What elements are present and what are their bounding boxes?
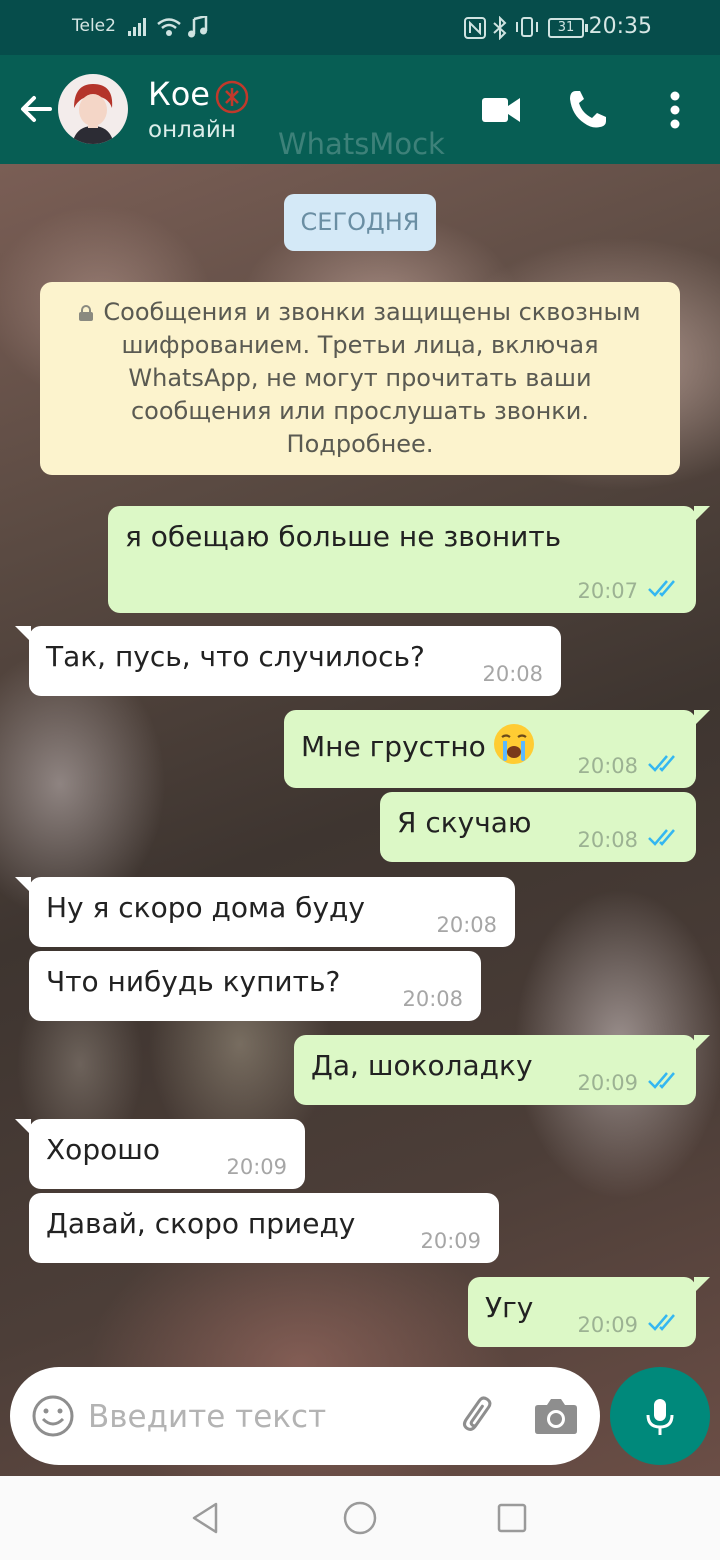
watermark: WhatsMock (278, 127, 445, 161)
read-ticks-icon (648, 755, 675, 772)
music-note-icon (188, 16, 208, 38)
battery-level: 31 (557, 20, 575, 35)
message-time: 20:09 (226, 1155, 287, 1179)
badge-icon (215, 80, 249, 114)
message-text: Что нибудь купить? (46, 965, 341, 998)
read-ticks-icon (648, 1072, 675, 1089)
message-time: 20:09 (420, 1229, 481, 1253)
message-text: Хорошо (46, 1133, 160, 1166)
message-outgoing[interactable]: Да, шоколадку 20:09 (294, 1035, 710, 1105)
chat-area[interactable]: СЕГОДНЯ Сообщения и звонки защищены скво… (0, 164, 720, 1476)
date-chip: СЕГОДНЯ (284, 194, 436, 251)
vibrate-icon (516, 17, 538, 37)
message-time: 20:09 (577, 1071, 638, 1095)
lock-icon (79, 305, 94, 321)
nfc-icon (464, 17, 486, 39)
wifi-icon (157, 18, 181, 36)
message-text: Ну я скоро дома буду (46, 891, 365, 924)
battery-icon: 31 (548, 18, 588, 38)
back-arrow-icon[interactable] (14, 87, 58, 131)
message-text: Давай, скоро приеду (46, 1207, 356, 1240)
phone-icon[interactable] (560, 83, 614, 137)
message-incoming[interactable]: Так, пусь, что случилось? 20:08 (15, 626, 561, 696)
message-composer (10, 1367, 600, 1465)
status-bar: Tele2 31 20:35 (0, 0, 720, 55)
message-outgoing[interactable]: Мне грустно 20:08 (284, 710, 710, 788)
message-incoming[interactable]: Ну я скоро дома буду 20:08 (15, 877, 515, 947)
read-ticks-icon (648, 1314, 675, 1331)
encryption-text: Сообщения и звонки защищены сквозным шиф… (103, 298, 641, 458)
video-call-icon[interactable] (474, 83, 528, 137)
nav-recents-icon[interactable] (492, 1498, 532, 1538)
message-outgoing[interactable]: я обещаю больше не звонить 20:07 (108, 506, 710, 613)
encryption-notice[interactable]: Сообщения и звонки защищены сквозным шиф… (40, 282, 680, 475)
carrier-name: Tele2 (72, 16, 116, 36)
message-outgoing[interactable]: Я скучаю 20:08 (380, 792, 696, 862)
message-outgoing[interactable]: Угу 20:09 (468, 1277, 710, 1347)
message-time: 20:08 (402, 987, 463, 1011)
message-text: Угу (485, 1291, 534, 1324)
nav-back-icon[interactable] (186, 1498, 226, 1538)
message-text: Мне грустно (301, 730, 486, 763)
read-ticks-icon (648, 580, 675, 597)
message-text: Да, шоколадку (311, 1049, 533, 1082)
chat-header: Кое онлайн WhatsMock (0, 55, 720, 164)
clock: 20:35 (588, 14, 652, 39)
contact-status: онлайн (148, 117, 236, 143)
more-vert-icon[interactable] (648, 83, 702, 137)
mic-button[interactable] (610, 1367, 710, 1465)
avatar[interactable] (58, 74, 128, 144)
message-text: Так, пусь, что случилось? (46, 640, 425, 673)
mic-icon (646, 1399, 674, 1435)
message-time: 20:08 (436, 913, 497, 937)
message-time: 20:08 (577, 828, 638, 852)
message-time: 20:08 (577, 754, 638, 778)
message-time: 20:09 (577, 1313, 638, 1337)
message-time: 20:07 (577, 579, 638, 603)
message-text: Я скучаю (397, 806, 532, 839)
read-ticks-icon (648, 829, 675, 846)
nav-home-icon[interactable] (340, 1498, 380, 1538)
loudly-crying-face-icon (493, 724, 534, 764)
emoji-icon[interactable] (30, 1393, 76, 1439)
contact-name[interactable]: Кое (148, 75, 210, 113)
message-input[interactable] (88, 1389, 428, 1445)
message-incoming[interactable]: Хорошо 20:09 (15, 1119, 305, 1189)
signal-icon (128, 18, 146, 36)
camera-icon[interactable] (532, 1393, 580, 1439)
message-text: я обещаю больше не звонить (125, 520, 562, 553)
message-incoming[interactable]: Давай, скоро приеду 20:09 (29, 1193, 499, 1263)
attach-icon[interactable] (454, 1391, 504, 1441)
system-nav-bar (0, 1476, 720, 1560)
message-incoming[interactable]: Что нибудь купить? 20:08 (29, 951, 481, 1021)
bluetooth-icon (493, 16, 507, 40)
message-time: 20:08 (482, 662, 543, 686)
